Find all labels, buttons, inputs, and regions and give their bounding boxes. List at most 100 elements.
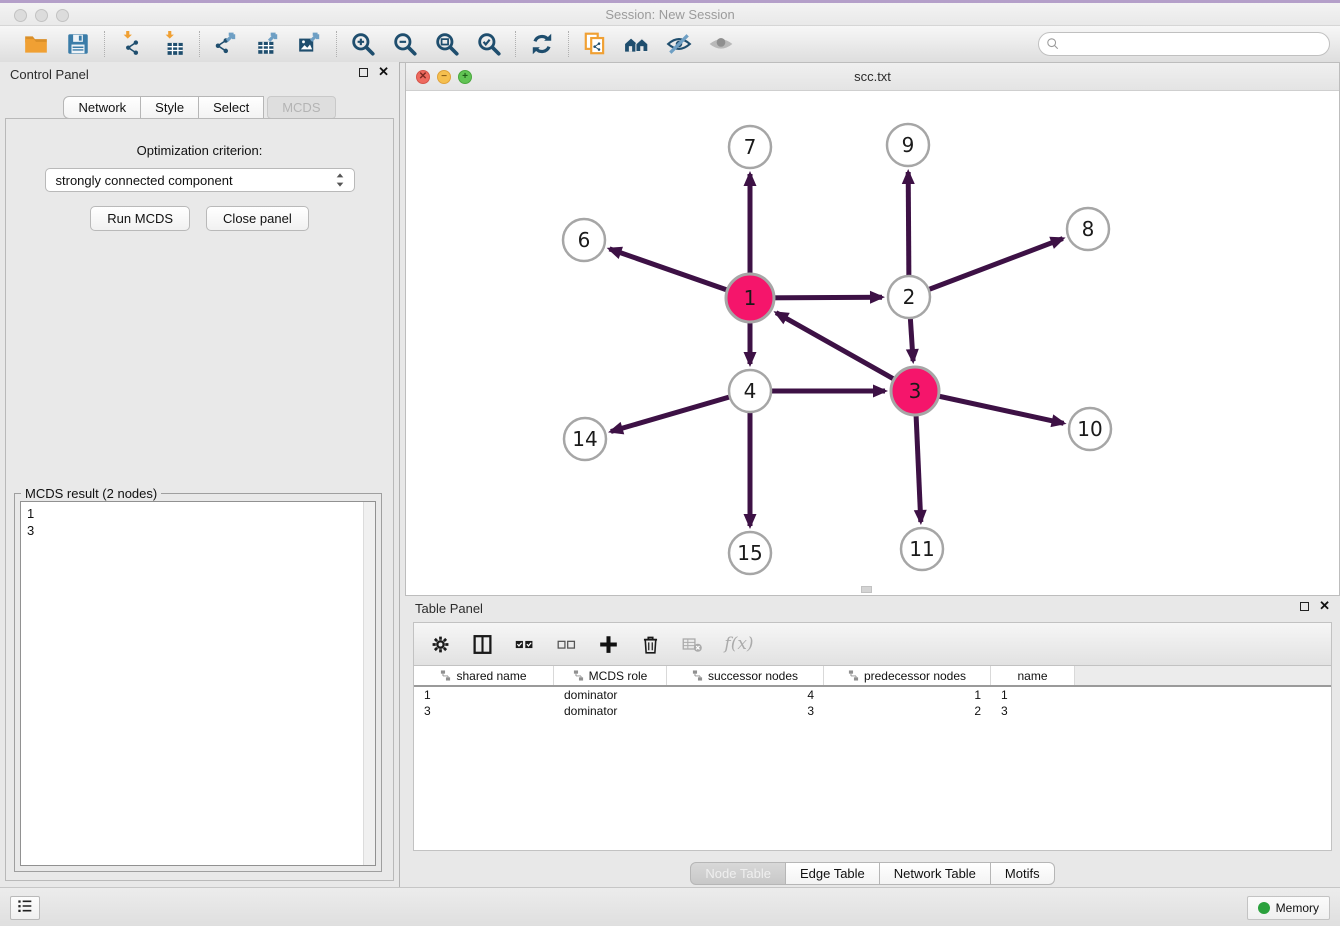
float-table-panel-icon[interactable] <box>1300 602 1309 611</box>
control-panel-tabs: NetworkStyleSelectMCDS <box>0 96 399 119</box>
network-window-titlebar[interactable]: ✕ − + scc.txt <box>406 63 1339 91</box>
graph-node-14[interactable]: 14 <box>564 418 606 460</box>
open-file-icon[interactable] <box>22 30 50 58</box>
memory-button[interactable]: Memory <box>1247 896 1330 920</box>
attribute-icon <box>573 670 584 681</box>
network-maximize-icon[interactable]: + <box>458 70 472 84</box>
column-layout-icon[interactable] <box>470 632 494 656</box>
close-panel-button[interactable]: Close panel <box>206 206 309 231</box>
table-toolbar: f(x) <box>413 622 1332 666</box>
table-cell: 3 <box>414 704 554 718</box>
import-network-icon[interactable] <box>117 30 145 58</box>
mcds-tab-content: Optimization criterion: strongly connect… <box>5 118 394 881</box>
graph-node-15[interactable]: 15 <box>729 532 771 574</box>
column-header-shared-name[interactable]: shared name <box>414 666 554 685</box>
show-details-icon[interactable] <box>707 30 735 58</box>
zoom-in-icon[interactable] <box>349 30 377 58</box>
graph-node-1[interactable]: 1 <box>726 274 774 322</box>
main-toolbar <box>0 26 1340 63</box>
result-scrollbar[interactable] <box>363 502 375 865</box>
task-history-button[interactable] <box>10 896 40 920</box>
column-header-MCDS-role[interactable]: MCDS role <box>554 666 667 685</box>
save-session-icon[interactable] <box>64 30 92 58</box>
tab-select[interactable]: Select <box>199 96 264 119</box>
control-panel-title: Control Panel <box>0 62 399 82</box>
column-header-successor-nodes[interactable]: successor nodes <box>667 666 824 685</box>
mcds-result-title: MCDS result (2 nodes) <box>21 486 161 501</box>
node-table[interactable]: shared nameMCDS rolesuccessor nodesprede… <box>413 666 1332 851</box>
canvas-resize-grip[interactable] <box>861 586 872 593</box>
delete-row-icon[interactable] <box>638 632 662 656</box>
edge-2-8[interactable] <box>909 239 1063 297</box>
header-filler <box>1075 666 1331 685</box>
run-mcds-button[interactable]: Run MCDS <box>90 206 190 231</box>
table-row[interactable]: 1dominator411 <box>414 687 1331 703</box>
table-cell: 1 <box>991 688 1075 702</box>
tab-style[interactable]: Style <box>141 96 199 119</box>
node-label: 10 <box>1077 417 1102 441</box>
table-tab-edge-table[interactable]: Edge Table <box>786 862 880 885</box>
graph-node-2[interactable]: 2 <box>888 276 930 318</box>
control-panel: Control Panel ✕ NetworkStyleSelectMCDS O… <box>0 62 400 887</box>
network-minimize-icon[interactable]: − <box>437 70 451 84</box>
clear-all-checks-icon[interactable] <box>554 632 578 656</box>
graph-node-8[interactable]: 8 <box>1067 208 1109 250</box>
node-label: 2 <box>903 285 916 309</box>
refresh-layout-icon[interactable] <box>528 30 556 58</box>
graph-node-4[interactable]: 4 <box>729 370 771 412</box>
add-row-icon[interactable] <box>596 632 620 656</box>
network-close-icon[interactable]: ✕ <box>416 70 430 84</box>
tab-mcds[interactable]: MCDS <box>267 96 335 119</box>
graph-node-10[interactable]: 10 <box>1069 408 1111 450</box>
close-panel-icon[interactable]: ✕ <box>378 67 389 77</box>
search-input[interactable] <box>1038 32 1330 56</box>
export-image-icon[interactable] <box>296 30 324 58</box>
table-tab-motifs[interactable]: Motifs <box>991 862 1055 885</box>
table-body: 1dominator4113dominator323 <box>414 687 1331 719</box>
graph-node-6[interactable]: 6 <box>563 219 605 261</box>
table-header-row: shared nameMCDS rolesuccessor nodesprede… <box>414 666 1331 687</box>
column-header-predecessor-nodes[interactable]: predecessor nodes <box>824 666 991 685</box>
export-table-icon[interactable] <box>254 30 282 58</box>
network-title: scc.txt <box>406 63 1339 84</box>
home-neighbors-icon[interactable] <box>623 30 651 58</box>
table-cell: 2 <box>824 704 991 718</box>
table-tab-network-table[interactable]: Network Table <box>880 862 991 885</box>
graph-node-11[interactable]: 11 <box>901 528 943 570</box>
tab-network[interactable]: Network <box>63 96 141 119</box>
function-builder-icon: f(x) <box>722 632 756 656</box>
import-table-icon[interactable] <box>159 30 187 58</box>
table-panel-title: Table Panel <box>405 596 1340 616</box>
graph-node-9[interactable]: 9 <box>887 124 929 166</box>
select-all-checks-icon[interactable] <box>512 632 536 656</box>
column-header-name[interactable]: name <box>991 666 1075 685</box>
table-cell: 4 <box>667 688 824 702</box>
table-row[interactable]: 3dominator323 <box>414 703 1331 719</box>
application-window: Session: New Session Control Panel ✕ Net… <box>0 0 1340 926</box>
duplicate-network-icon[interactable] <box>581 30 609 58</box>
dropdown-stepper-icon <box>332 172 348 191</box>
export-network-icon[interactable] <box>212 30 240 58</box>
zoom-selected-icon[interactable] <box>475 30 503 58</box>
mcds-result-node: 3 <box>27 522 369 539</box>
criterion-dropdown[interactable]: strongly connected component <box>45 168 355 192</box>
graph-node-3[interactable]: 3 <box>891 367 939 415</box>
float-panel-icon[interactable] <box>359 68 368 77</box>
graph-node-7[interactable]: 7 <box>729 126 771 168</box>
hide-details-icon[interactable] <box>665 30 693 58</box>
zoom-fit-icon[interactable] <box>433 30 461 58</box>
memory-status-dot-icon <box>1258 902 1270 914</box>
close-table-panel-icon[interactable]: ✕ <box>1319 601 1330 611</box>
table-cell: dominator <box>554 688 667 702</box>
table-cell: 3 <box>667 704 824 718</box>
mcds-result-lines: 13 <box>21 502 375 542</box>
node-label: 8 <box>1082 217 1095 241</box>
network-graph-canvas[interactable]: 1 2 3 4 6 7 8 9 10 11 14 15 <box>406 91 1339 595</box>
settings-gear-icon[interactable] <box>428 632 452 656</box>
network-view-window: ✕ − + scc.txt 1 2 3 4 6 7 8 9 10 11 14 15 <box>405 62 1340 596</box>
zoom-out-icon[interactable] <box>391 30 419 58</box>
table-tab-node-table[interactable]: Node Table <box>690 862 786 885</box>
mcds-result-textarea[interactable]: 13 <box>20 501 376 866</box>
criterion-value: strongly connected component <box>56 173 233 188</box>
node-label: 6 <box>578 228 591 252</box>
